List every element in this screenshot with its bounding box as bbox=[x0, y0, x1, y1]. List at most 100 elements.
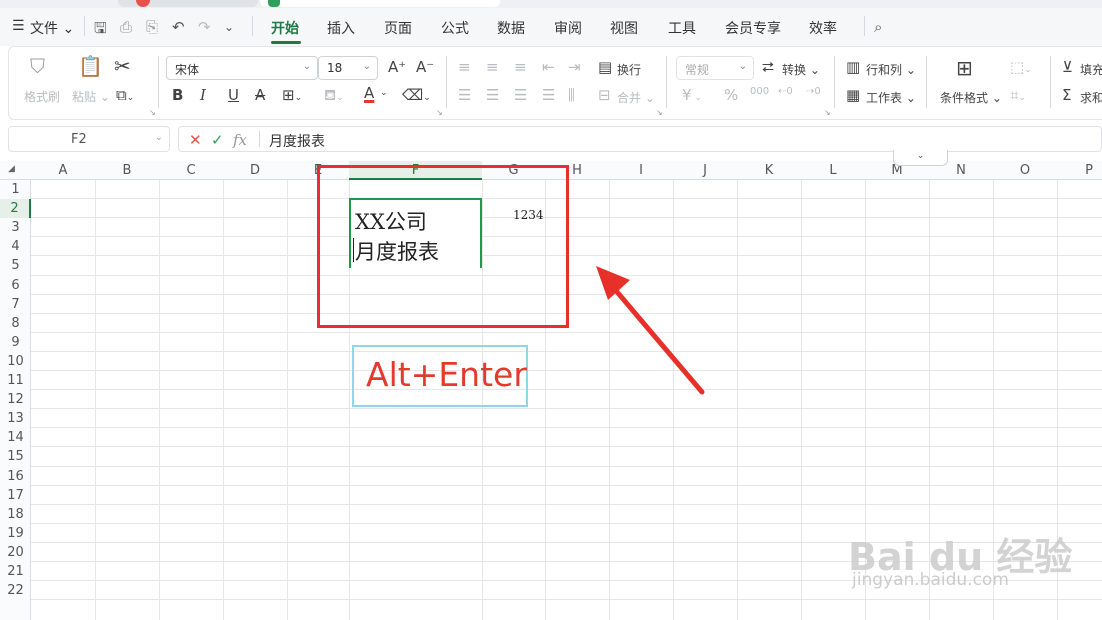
conditional-format-icon[interactable]: ⊞ bbox=[956, 56, 973, 80]
distributed-icon[interactable]: ⫼ bbox=[568, 86, 575, 104]
more-dropdown-icon[interactable]: ⌄ bbox=[224, 20, 234, 34]
format-painter-icon[interactable]: ⛉ bbox=[30, 54, 45, 78]
alignment-launcher-icon[interactable]: ↘ bbox=[656, 108, 663, 117]
column-header-o[interactable]: O bbox=[993, 161, 1057, 180]
number-launcher-icon[interactable]: ↘ bbox=[824, 108, 831, 117]
fill-icon[interactable]: ⊻ bbox=[1062, 58, 1073, 76]
font-size-select[interactable]: 18 ⌄ bbox=[318, 56, 378, 80]
column-header-l[interactable]: L bbox=[801, 161, 865, 180]
print-preview-icon[interactable]: ⎘ bbox=[146, 18, 158, 36]
column-header-a[interactable]: A bbox=[31, 161, 95, 180]
convert-button[interactable]: 转换 ⌄ bbox=[782, 61, 820, 78]
row-header-22[interactable]: 22 bbox=[0, 581, 31, 600]
increase-indent-icon[interactable]: ⇥ bbox=[568, 58, 581, 76]
tab-home[interactable]: 开始 bbox=[271, 18, 299, 38]
tab-formula[interactable]: 公式 bbox=[441, 18, 469, 38]
clipboard-launcher-icon[interactable]: ↘ bbox=[149, 108, 156, 117]
file-menu[interactable]: 文件 ⌄ bbox=[30, 18, 74, 38]
sum-button[interactable]: 求和 bbox=[1080, 89, 1102, 106]
font-color-dropdown-icon[interactable]: ⌄ bbox=[380, 88, 388, 98]
row-header-2[interactable]: 2 bbox=[0, 199, 31, 219]
column-header-j[interactable]: J bbox=[673, 161, 737, 180]
justify-icon[interactable]: ☰ bbox=[542, 86, 555, 104]
tab-page[interactable]: 页面 bbox=[384, 18, 412, 38]
align-center-icon[interactable]: ☰ bbox=[486, 86, 499, 104]
decrease-indent-icon[interactable]: ⇤ bbox=[542, 58, 555, 76]
tab-membership[interactable]: 会员专享 bbox=[725, 18, 781, 38]
thousands-icon[interactable]: 000 bbox=[750, 86, 769, 97]
row-header-12[interactable]: 12 bbox=[0, 390, 31, 409]
font-color-button[interactable]: A bbox=[364, 84, 374, 102]
collapse-ribbon-tab[interactable]: ⌄ bbox=[893, 150, 948, 166]
row-header-10[interactable]: 10 bbox=[0, 352, 31, 371]
merge-icon[interactable]: ⊟ bbox=[598, 86, 611, 104]
select-all-corner[interactable]: ◢ bbox=[8, 164, 15, 174]
tab-data[interactable]: 数据 bbox=[497, 18, 525, 38]
row-header-8[interactable]: 8 bbox=[0, 314, 31, 333]
row-header-7[interactable]: 7 bbox=[0, 295, 31, 314]
copy-icon[interactable]: ⧉⌄ bbox=[116, 86, 134, 104]
format-painter-label[interactable]: 格式刷 bbox=[24, 88, 60, 105]
number-format-select[interactable]: 常规 ⌄ bbox=[676, 56, 754, 80]
align-bottom-icon[interactable]: ≡ bbox=[514, 58, 527, 76]
row-header-13[interactable]: 13 bbox=[0, 409, 31, 428]
row-header-14[interactable]: 14 bbox=[0, 428, 31, 447]
bold-button[interactable]: B bbox=[172, 86, 183, 104]
decrease-decimal-icon[interactable]: ⇢0 bbox=[806, 86, 821, 97]
worksheet-button[interactable]: 工作表 ⌄ bbox=[866, 89, 916, 106]
undo-icon[interactable]: ↶ bbox=[172, 18, 185, 36]
rows-cols-icon[interactable]: ▥ bbox=[846, 58, 860, 76]
tab-review[interactable]: 审阅 bbox=[554, 18, 582, 38]
rows-cols-button[interactable]: 行和列 ⌄ bbox=[866, 61, 916, 78]
save-icon[interactable]: 🖫 bbox=[94, 18, 107, 43]
fill-color-icon[interactable]: ⛾⌄ bbox=[324, 86, 344, 106]
border-icon[interactable]: ⊞⌄ bbox=[282, 86, 302, 104]
confirm-icon[interactable]: ✓ bbox=[211, 131, 224, 149]
tab-insert[interactable]: 插入 bbox=[327, 18, 355, 38]
worksheet-icon[interactable]: ▦ bbox=[846, 86, 860, 104]
column-header-d[interactable]: D bbox=[223, 161, 287, 180]
row-header-6[interactable]: 6 bbox=[0, 276, 31, 295]
cut-icon[interactable]: ✂ bbox=[114, 54, 131, 78]
convert-icon[interactable]: ⮂ bbox=[762, 58, 774, 76]
row-header-21[interactable]: 21 bbox=[0, 562, 31, 581]
column-header-p[interactable]: P bbox=[1057, 161, 1102, 180]
export-icon[interactable]: ⎙ bbox=[120, 18, 132, 36]
currency-icon[interactable]: ¥ ⌄ bbox=[682, 86, 702, 104]
align-right-icon[interactable]: ☰ bbox=[514, 86, 527, 104]
cancel-icon[interactable]: ✕ bbox=[189, 131, 202, 149]
paste-icon[interactable]: 📋 bbox=[78, 54, 103, 78]
name-box[interactable]: F2 ⌄ bbox=[8, 126, 170, 152]
cell-style-icon[interactable]: ⬚⌄ bbox=[1010, 58, 1032, 76]
row-header-19[interactable]: 19 bbox=[0, 524, 31, 543]
row-header-20[interactable]: 20 bbox=[0, 543, 31, 562]
column-header-i[interactable]: I bbox=[609, 161, 673, 180]
shrink-font-icon[interactable]: A⁻ bbox=[416, 58, 434, 76]
percent-icon[interactable]: % bbox=[724, 86, 738, 104]
conditional-format-button[interactable]: 条件格式 ⌄ bbox=[940, 89, 1002, 106]
wrap-text-icon[interactable]: ▤ bbox=[598, 58, 612, 76]
row-header-17[interactable]: 17 bbox=[0, 486, 31, 505]
formula-bar[interactable]: ✕ ✓ fx 月度报表 bbox=[178, 126, 1102, 152]
sum-icon[interactable]: Σ bbox=[1062, 86, 1071, 104]
strikethrough-button[interactable]: A bbox=[255, 86, 265, 104]
cell-reference[interactable]: F2 bbox=[71, 132, 87, 147]
row-header-16[interactable]: 16 bbox=[0, 467, 31, 486]
increase-decimal-icon[interactable]: ⇠0 bbox=[778, 86, 793, 97]
wrap-text-button[interactable]: 换行 bbox=[617, 61, 641, 78]
font-launcher-icon[interactable]: ↘ bbox=[436, 108, 443, 117]
column-header-b[interactable]: B bbox=[95, 161, 159, 180]
function-icon[interactable]: fx bbox=[233, 131, 247, 149]
row-header-5[interactable]: 5 bbox=[0, 256, 31, 275]
search-icon[interactable]: ⌕ bbox=[874, 18, 882, 36]
row-header-4[interactable]: 4 bbox=[0, 237, 31, 256]
column-header-k[interactable]: K bbox=[737, 161, 801, 180]
doc-tab-active[interactable] bbox=[260, 0, 500, 7]
italic-button[interactable]: I bbox=[200, 86, 206, 104]
tab-view[interactable]: 视图 bbox=[610, 18, 638, 38]
underline-button[interactable]: U bbox=[228, 86, 239, 104]
row-header-11[interactable]: 11 bbox=[0, 371, 31, 390]
align-middle-icon[interactable]: ≡ bbox=[486, 58, 499, 76]
chevron-down-icon[interactable]: ⌄ bbox=[155, 132, 163, 143]
row-header-9[interactable]: 9 bbox=[0, 333, 31, 352]
